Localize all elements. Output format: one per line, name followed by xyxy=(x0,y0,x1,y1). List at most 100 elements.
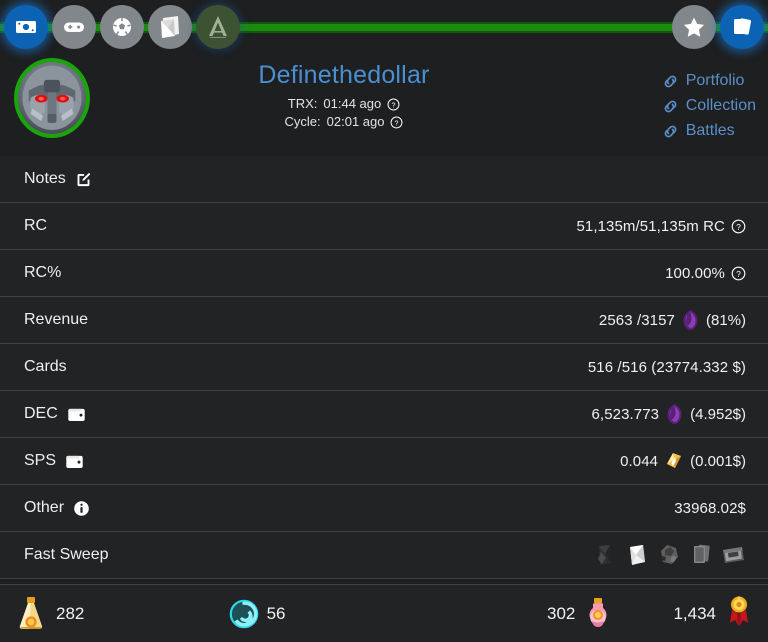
row-dec[interactable]: DEC 6,523.773 (4.952$) xyxy=(0,391,768,438)
help-icon[interactable]: ? xyxy=(731,219,746,234)
pack-grey-icon[interactable] xyxy=(688,542,714,568)
row-rc-value: 51,135m/51,135m RC xyxy=(576,217,725,235)
row-revenue-label: Revenue xyxy=(24,311,89,328)
row-dec-value: 6,523.773 xyxy=(591,405,660,423)
pack-chest-icon[interactable] xyxy=(720,542,746,568)
nav-alpha-button[interactable] xyxy=(196,5,240,49)
row-cards-value-group: 516 /516 (23774.332 $) xyxy=(588,359,746,376)
row-fast-sweep[interactable]: Fast Sweep xyxy=(0,532,768,579)
trx-label: TRX: xyxy=(287,96,318,111)
nav-favorites-button[interactable] xyxy=(672,5,716,49)
row-revenue[interactable]: Revenue 2563 /3157 (81%) xyxy=(0,297,768,344)
stat-gold-medal[interactable]: 1,434 xyxy=(613,595,754,633)
dec-icon xyxy=(683,310,698,330)
stat-pink-potion-value: 302 xyxy=(547,603,576,623)
row-rc-value-group: 51,135m/51,135m RC ? xyxy=(576,218,746,235)
nav-pack-button[interactable] xyxy=(148,5,192,49)
row-rc-percent-label: RC% xyxy=(24,264,62,281)
svg-text:?: ? xyxy=(736,222,741,231)
nav-cards-button[interactable] xyxy=(720,5,764,49)
row-rc-label: RC xyxy=(24,217,48,234)
row-rc-percent-value: 100.00% xyxy=(665,264,725,282)
row-fast-sweep-label-group: Fast Sweep xyxy=(24,546,108,564)
row-notes-label: Notes xyxy=(24,170,66,187)
bottom-stats-bar: 282 56 302 1,434 xyxy=(0,584,768,642)
gold-medal-icon xyxy=(730,595,748,626)
pack-rock-icon[interactable] xyxy=(656,542,682,568)
link-battles[interactable]: Battles xyxy=(662,120,756,142)
stat-gold-potion[interactable]: 282 xyxy=(14,595,229,633)
profile-meta: TRX: 01:44 ago ? Cycle: 02:01 ago ? xyxy=(120,95,568,131)
stat-teal-spiral[interactable]: 56 xyxy=(229,599,429,629)
nav-gamepad-button[interactable] xyxy=(52,5,96,49)
stat-gold-potion-value: 282 xyxy=(56,603,85,623)
row-sps-value: 0.044 xyxy=(620,452,659,470)
avatar[interactable] xyxy=(14,58,90,138)
svg-text:?: ? xyxy=(736,269,741,278)
row-other-value: 33968.02$ xyxy=(674,499,746,517)
row-dec-suffix: (4.952$) xyxy=(690,405,746,423)
help-icon[interactable]: ? xyxy=(387,98,400,111)
row-rc[interactable]: RC 51,135m/51,135m RC ? xyxy=(0,203,768,250)
link-icon xyxy=(664,100,677,112)
trx-line: TRX: 01:44 ago ? xyxy=(120,95,568,113)
dec-icon xyxy=(667,404,682,424)
row-revenue-value: 2563 /3157 xyxy=(598,311,675,329)
gold-potion-icon xyxy=(19,596,43,629)
row-notes[interactable]: Notes xyxy=(0,156,768,203)
row-revenue-label-group: Revenue xyxy=(24,311,88,329)
wallet-icon[interactable] xyxy=(65,453,84,470)
profile-header: Definethedollar TRX: 01:44 ago ? Cycle: … xyxy=(0,54,768,164)
wallet-icon[interactable] xyxy=(67,406,86,423)
link-icon xyxy=(664,125,677,137)
teal-spiral-icon xyxy=(229,599,258,628)
star-icon xyxy=(683,17,705,37)
row-other[interactable]: Other 33968.02$ xyxy=(0,485,768,532)
link-portfolio-label: Portfolio xyxy=(685,72,745,89)
row-cards-label-group: Cards xyxy=(24,358,67,376)
help-icon[interactable]: ? xyxy=(390,116,403,129)
cycle-line: Cycle: 02:01 ago ? xyxy=(120,113,568,131)
row-sps-label-group: SPS xyxy=(24,452,84,470)
pack-white-icon[interactable] xyxy=(624,542,650,568)
cycle-label: Cycle: xyxy=(284,114,321,129)
nav-right-group xyxy=(672,5,768,49)
stat-gold-medal-value: 1,434 xyxy=(673,603,716,623)
pack-dark-icon[interactable] xyxy=(592,542,618,568)
row-other-value-group: 33968.02$ xyxy=(674,500,746,517)
nav-left-group xyxy=(0,5,240,49)
stat-teal-spiral-value: 56 xyxy=(266,603,286,623)
money-icon xyxy=(16,21,36,33)
link-collection[interactable]: Collection xyxy=(662,95,756,117)
row-rc-label-group: RC xyxy=(24,217,47,235)
soccer-ball-icon xyxy=(113,18,131,36)
gamepad-icon xyxy=(64,22,84,32)
stats-list: Notes RC 51,135m/51,135m RC ? RC% 100.00… xyxy=(0,156,768,579)
row-revenue-suffix: (81%) xyxy=(705,311,746,329)
row-notes-label-group: Notes xyxy=(24,170,92,188)
svg-text:?: ? xyxy=(392,101,396,109)
row-cards[interactable]: Cards 516 /516 (23774.332 $) xyxy=(0,344,768,391)
edit-icon[interactable] xyxy=(75,171,92,188)
nav-soccer-button[interactable] xyxy=(100,5,144,49)
link-icon xyxy=(664,75,677,87)
row-cards-value: 516 /516 (23774.332 $) xyxy=(587,358,746,376)
help-icon[interactable]: ? xyxy=(731,266,746,281)
mech-avatar-icon xyxy=(22,65,82,130)
card-pack-icon xyxy=(161,16,179,38)
row-sps[interactable]: SPS 0.044 (0.001$) xyxy=(0,438,768,485)
external-links: Portfolio Collection Battles xyxy=(662,70,756,142)
info-icon[interactable] xyxy=(73,500,90,517)
row-cards-label: Cards xyxy=(24,358,67,375)
row-dec-label: DEC xyxy=(24,405,58,422)
row-revenue-value-group: 2563 /3157 (81%) xyxy=(599,309,746,331)
trx-value: 01:44 ago xyxy=(323,96,382,111)
row-rc-percent[interactable]: RC% 100.00% ? xyxy=(0,250,768,297)
row-other-label: Other xyxy=(24,499,65,516)
row-fast-sweep-label: Fast Sweep xyxy=(24,546,109,563)
cards-icon xyxy=(734,18,752,35)
link-collection-label: Collection xyxy=(685,97,756,114)
stat-pink-potion[interactable]: 302 xyxy=(428,596,613,632)
link-portfolio[interactable]: Portfolio xyxy=(662,70,756,92)
nav-money-button[interactable] xyxy=(4,5,48,49)
